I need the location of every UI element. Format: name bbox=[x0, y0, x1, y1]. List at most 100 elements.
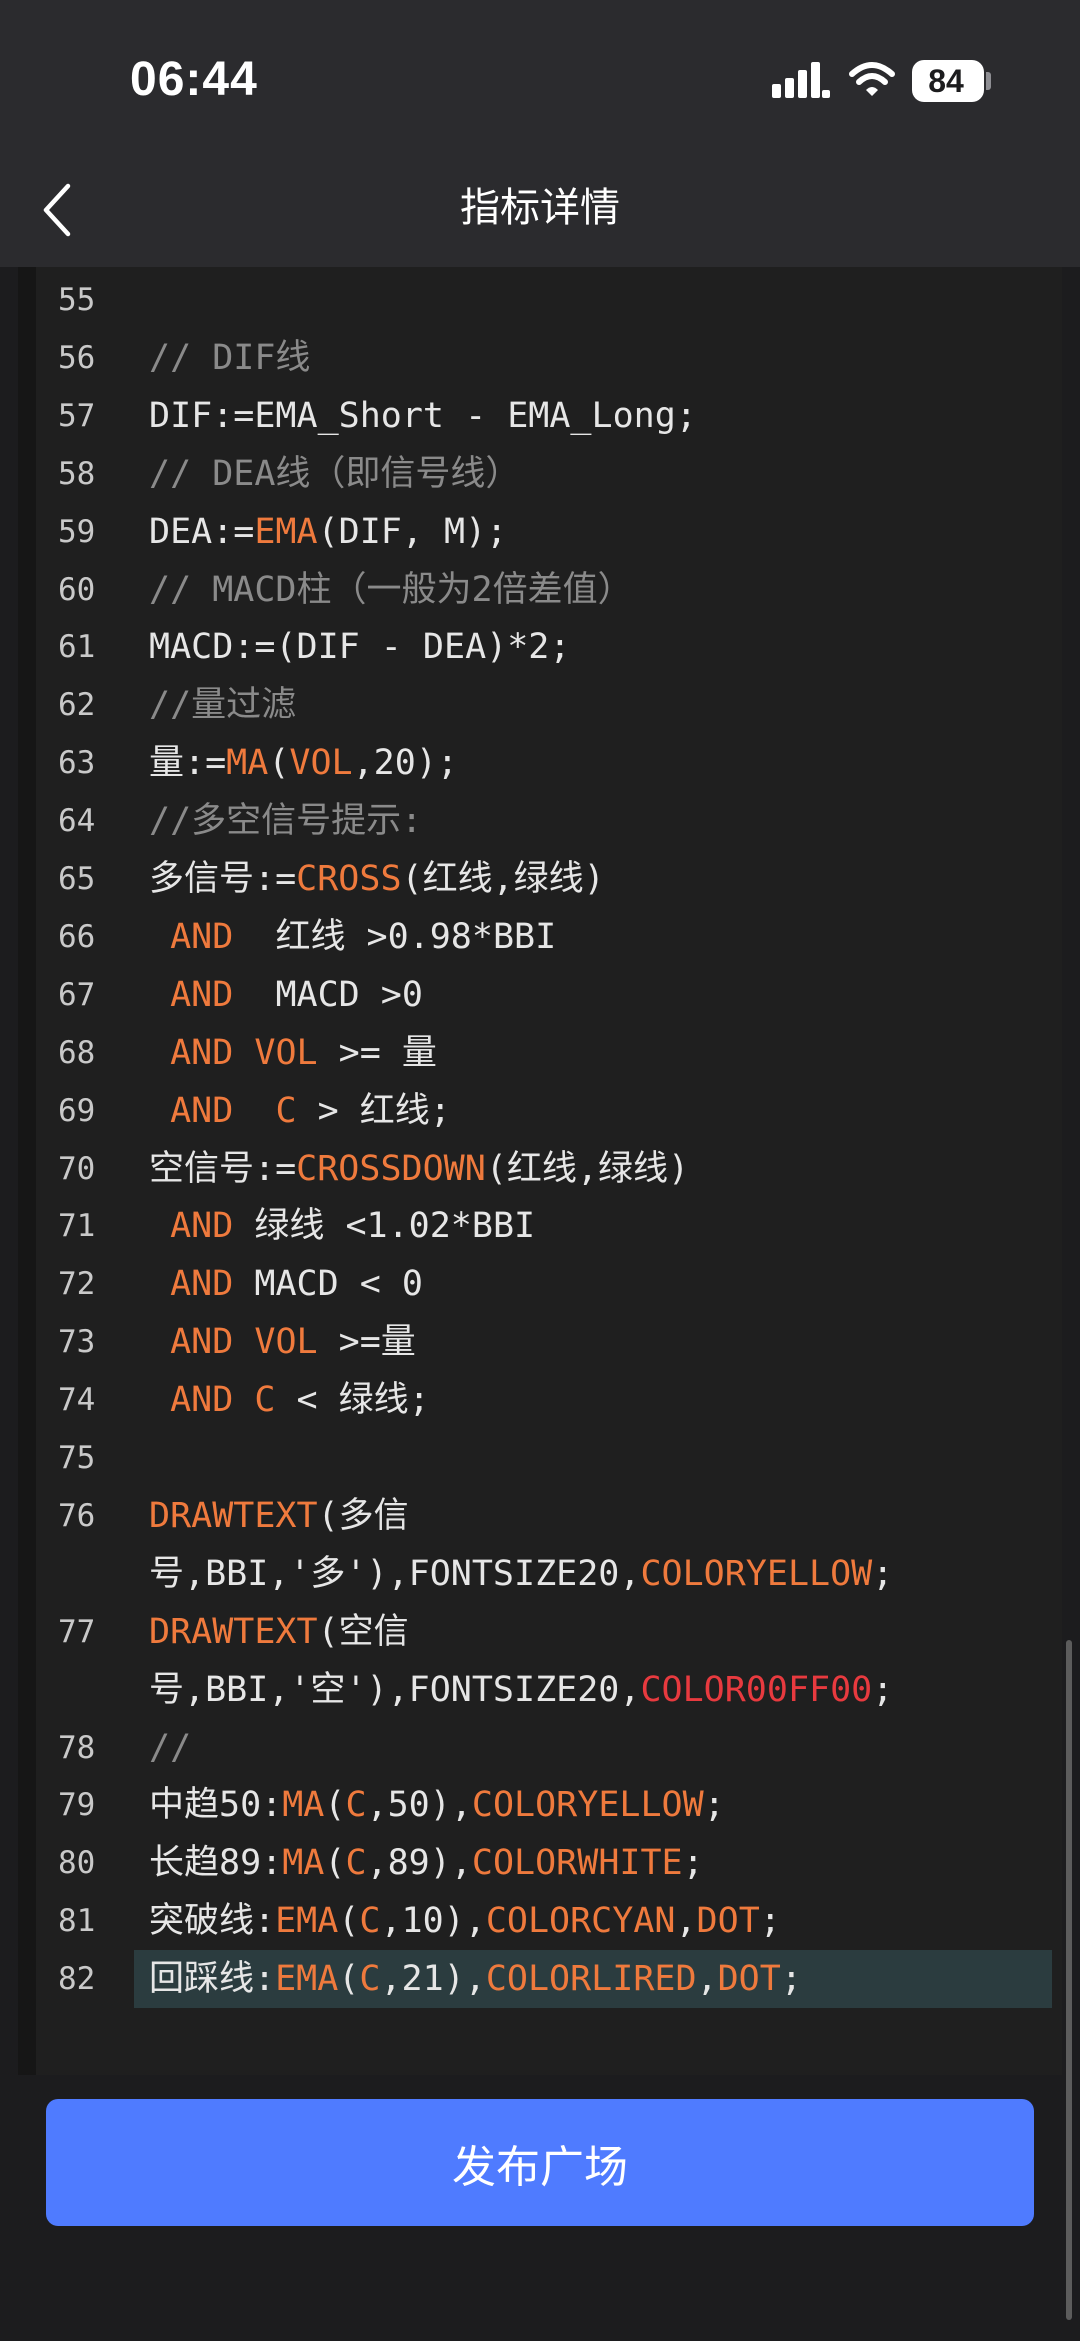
code-line[interactable]: 68 AND VOL >= 量 bbox=[18, 1028, 1062, 1086]
code-line[interactable]: 61 MACD:=(DIF - DEA)*2; bbox=[18, 622, 1062, 680]
code-text: DEA:=EMA(DIF, M); bbox=[149, 507, 507, 557]
line-number: 71 bbox=[58, 1208, 96, 1245]
line-number: 55 bbox=[58, 282, 96, 318]
code-line[interactable]: 71 AND 绿线 <1.02*BBI bbox=[18, 1201, 1062, 1259]
code-token: 号,BBI,'空'),FONTSIZE20, bbox=[149, 1669, 641, 1710]
code-line[interactable]: 77 DRAWTEXT(空信 bbox=[18, 1607, 1062, 1665]
code-token: (空信 bbox=[317, 1611, 409, 1652]
code-token: , bbox=[675, 1901, 697, 1942]
line-number: 60 bbox=[58, 571, 96, 608]
battery-tip bbox=[986, 72, 991, 90]
code-line[interactable]: 67 AND MACD >0 bbox=[18, 970, 1062, 1028]
line-number: 70 bbox=[58, 1150, 96, 1187]
code-text: //多空信号提示: bbox=[149, 796, 422, 846]
code-text: // DEA线（即信号线） bbox=[149, 449, 520, 499]
keyword-token: VOL bbox=[254, 1032, 318, 1073]
keyword-token: MA bbox=[282, 1785, 325, 1826]
code-token: ; bbox=[872, 1669, 894, 1710]
code-line[interactable]: 号,BBI,'空'),FONTSIZE20,COLOR00FF00; bbox=[18, 1665, 1062, 1723]
code-text: 回踩线:EMA(C,21),COLORLIRED,DOT; bbox=[149, 1954, 802, 2004]
code-token: 长趋89: bbox=[149, 1843, 283, 1884]
line-number: 67 bbox=[58, 976, 96, 1013]
code-text: DRAWTEXT(多信 bbox=[149, 1491, 409, 1541]
code-line[interactable]: 72 AND MACD < 0 bbox=[18, 1259, 1062, 1317]
code-token: DIF:=EMA_Short - EMA_Long; bbox=[149, 395, 697, 436]
keyword-token: EMA bbox=[254, 511, 318, 552]
code-line[interactable]: 55 bbox=[18, 275, 1062, 333]
code-token: ; bbox=[872, 1553, 894, 1594]
line-number: 82 bbox=[58, 1961, 96, 1998]
keyword-token: COLORWHITE bbox=[471, 1843, 683, 1884]
publish-button[interactable]: 发布广场 bbox=[46, 2099, 1034, 2226]
scrollbar[interactable] bbox=[1066, 1640, 1072, 2320]
keyword-token: AND bbox=[170, 916, 234, 957]
line-number: 62 bbox=[58, 687, 96, 724]
wifi-icon bbox=[849, 62, 895, 96]
code-text: AND 绿线 <1.02*BBI bbox=[149, 1201, 535, 1251]
code-token: 空信号:= bbox=[149, 1148, 297, 1189]
code-line[interactable]: 56 // DIF线 bbox=[18, 333, 1062, 391]
code-line[interactable]: 63 量:=MA(VOL,20); bbox=[18, 738, 1062, 796]
code-text: 号,BBI,'空'),FONTSIZE20,COLOR00FF00; bbox=[149, 1665, 893, 1715]
screen: 06:44 84 指标详情 55 56 // DIF线 57 DIF:=EMA_Shor… bbox=[0, 0, 1080, 2341]
code-token: 号,BBI,'多'),FONTSIZE20, bbox=[149, 1553, 641, 1594]
code-text: AND MACD < 0 bbox=[149, 1259, 423, 1309]
keyword-token: DRAWTEXT bbox=[149, 1611, 318, 1652]
code-line[interactable]: 75 bbox=[18, 1433, 1062, 1491]
code-line[interactable]: 59 DEA:=EMA(DIF, M); bbox=[18, 507, 1062, 565]
code-line[interactable]: 81 突破线:EMA(C,10),COLORCYAN,DOT; bbox=[18, 1896, 1062, 1954]
code-text: AND MACD >0 bbox=[149, 970, 423, 1020]
line-number: 72 bbox=[58, 1266, 96, 1303]
code-line[interactable]: 82 回踩线:EMA(C,21),COLORLIRED,DOT; bbox=[18, 1954, 1062, 2012]
keyword-token: AND bbox=[170, 1032, 234, 1073]
keyword-token: EMA bbox=[275, 1959, 339, 2000]
comment-token: // MACD柱（一般为2倍差值） bbox=[149, 569, 633, 610]
code-text: 中趋50:MA(C,50),COLORYELLOW; bbox=[149, 1780, 725, 1830]
status-bar: 06:44 84 bbox=[0, 0, 1080, 150]
code-line[interactable]: 76 DRAWTEXT(多信 bbox=[18, 1491, 1062, 1549]
code-line[interactable]: 62 //量过滤 bbox=[18, 680, 1062, 738]
code-line[interactable]: 69 AND C > 红线; bbox=[18, 1086, 1062, 1144]
code-line[interactable]: 57 DIF:=EMA_Short - EMA_Long; bbox=[18, 391, 1062, 449]
code-token: < 绿线; bbox=[275, 1380, 430, 1421]
code-line[interactable]: 66 AND 红线 >0.98*BBI bbox=[18, 912, 1062, 970]
code-editor[interactable]: 55 56// DIF线 57 DIF:=EMA_Short - EMA_Long; 5… bbox=[18, 267, 1062, 2075]
code-line[interactable]: 64 //多空信号提示: bbox=[18, 796, 1062, 854]
keyword-token: AND bbox=[170, 1322, 234, 1363]
battery-indicator: 84 bbox=[912, 60, 984, 102]
code-line[interactable]: 78 // bbox=[18, 1723, 1062, 1781]
code-text: //量过滤 bbox=[149, 680, 296, 730]
keyword-token: AND bbox=[170, 1206, 234, 1247]
line-number: 81 bbox=[58, 1903, 96, 1940]
code-token: ; bbox=[780, 1959, 802, 2000]
code-token: ; bbox=[682, 1843, 704, 1884]
keyword-token: CROSSDOWN bbox=[296, 1148, 486, 1189]
code-token: ,20); bbox=[352, 743, 458, 784]
code-line[interactable]: 65 多信号:=CROSS(红线,绿线) bbox=[18, 854, 1062, 912]
watermark bbox=[1036, 2312, 1066, 2328]
color-constant-token: COLOR00FF00 bbox=[640, 1669, 873, 1710]
code-token: ,10), bbox=[380, 1901, 486, 1942]
code-line[interactable]: 74 AND C < 绿线; bbox=[18, 1375, 1062, 1433]
line-number: 76 bbox=[58, 1497, 96, 1534]
keyword-token: CROSS bbox=[296, 859, 402, 899]
page-title: 指标详情 bbox=[460, 185, 620, 231]
code-token: 中趋50: bbox=[149, 1785, 283, 1826]
code-line[interactable]: 58 // DEA线（即信号线） bbox=[18, 449, 1062, 507]
status-time: 06:44 bbox=[130, 53, 258, 106]
code-line[interactable]: 80 长趋89:MA(C,89),COLORWHITE; bbox=[18, 1838, 1062, 1896]
code-line[interactable]: 79 中趋50:MA(C,50),COLORYELLOW; bbox=[18, 1780, 1062, 1838]
keyword-token: AND bbox=[170, 1264, 234, 1305]
code-line[interactable]: 60 // MACD柱（一般为2倍差值） bbox=[18, 565, 1062, 623]
code-text: // DIF线 bbox=[149, 333, 310, 383]
code-text: DIF:=EMA_Short - EMA_Long; bbox=[149, 391, 697, 441]
code-line[interactable]: 73 AND VOL >=量 bbox=[18, 1317, 1062, 1375]
code-line[interactable]: 号,BBI,'多'),FONTSIZE20,COLORYELLOW; bbox=[18, 1549, 1062, 1607]
code-line[interactable]: 70 空信号:=CROSSDOWN(红线,绿线) bbox=[18, 1144, 1062, 1202]
comment-token: //多空信号提示: bbox=[149, 801, 423, 842]
